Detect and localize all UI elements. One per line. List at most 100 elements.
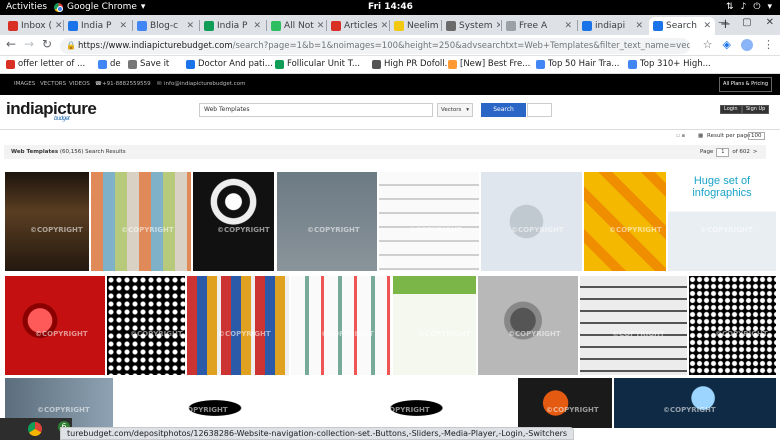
signup-button[interactable]: Sign Up xyxy=(742,105,770,114)
white-banners-thumbnail[interactable]: ©COPYRIGHT xyxy=(379,172,479,271)
website-green-ui-thumbnail[interactable]: ©COPYRIGHT xyxy=(393,276,476,375)
header-divider xyxy=(0,129,780,130)
fire-icon-thumbnail[interactable]: ©COPYRIGHT xyxy=(317,378,516,428)
screen: Activities Google Chrome ▾ Fri 14:46 ⇅ ♪ … xyxy=(0,0,780,440)
bookmark-item[interactable]: [New] Best Fre... xyxy=(448,59,530,69)
tab-close-icon[interactable]: ✕ xyxy=(55,21,62,31)
address-host: https://www.indiapicturebudget.com xyxy=(78,41,233,51)
halftone-dots-thumbnail[interactable]: ©COPYRIGHT xyxy=(107,276,185,375)
search-extra-field[interactable] xyxy=(527,103,552,117)
grey-orange-button-thumbnail[interactable]: ©COPYRIGHT xyxy=(478,276,578,375)
web-elements-kit-thumbnail[interactable]: ©COPYRIGHT xyxy=(291,276,391,375)
articles-icon xyxy=(331,21,341,31)
bookmark-item[interactable]: de xyxy=(98,59,121,69)
bookmarks-bar: offer letter of ... de Save it Doctor And p… xyxy=(0,56,780,74)
globe-arrows-thumbnail[interactable]: ©COPYRIGHT xyxy=(481,172,582,271)
tab-5[interactable]: All Not ✕ xyxy=(267,17,325,35)
orange-swirl-thumbnail[interactable]: ©COPYRIGHT xyxy=(518,378,612,428)
tab-6[interactable]: Articles ✕ xyxy=(327,17,388,35)
clock[interactable]: Fri 14:46 xyxy=(368,0,413,15)
address-path: /search?page=1&b=1&noimages=100&height=2… xyxy=(232,41,690,51)
bookmark-star-icon[interactable]: ☆ xyxy=(703,38,713,51)
bookmark-label: Save it xyxy=(140,59,170,69)
search-type-select[interactable]: Vectors ▾ xyxy=(437,103,473,117)
search-button[interactable]: Search xyxy=(481,103,526,117)
address-bar[interactable]: 🔒 https://www.indiapicturebudget.com/sea… xyxy=(60,38,690,54)
red-button-thumbnail[interactable]: ©COPYRIGHT xyxy=(5,276,105,375)
fire-icon-thumbnail[interactable]: ©COPYRIGHT xyxy=(115,378,315,428)
vertical-banners-thumbnail[interactable]: ©COPYRIGHT xyxy=(187,276,289,375)
web-buttons-colorful-thumbnail[interactable]: ©COPYRIGHT xyxy=(91,172,191,271)
tab-4[interactable]: India P ✕ xyxy=(200,17,265,35)
site-logo[interactable]: indiapicture budget xyxy=(6,99,97,122)
result-per-page-select[interactable]: 100 xyxy=(748,132,765,140)
media-player-ui-thumbnail[interactable]: ©COPYRIGHT xyxy=(614,378,776,428)
top-link-images[interactable]: IMAGES xyxy=(14,81,35,87)
indiapicture-icon xyxy=(68,21,78,31)
tab-7[interactable]: Neelim✕ xyxy=(390,17,440,35)
tab-close-icon[interactable]: ✕ xyxy=(703,21,711,31)
tab-label: All Not xyxy=(284,21,314,31)
bookmark-item[interactable]: High PR Dofoll... xyxy=(372,59,453,69)
tab-3[interactable]: Blog-c ✕ xyxy=(133,17,198,35)
tab-close-icon[interactable]: ✕ xyxy=(253,21,261,31)
website-template-dark-thumbnail[interactable]: ©COPYRIGHT xyxy=(5,172,89,271)
avatar[interactable] xyxy=(741,38,753,51)
vintage-frames-thumbnail[interactable]: ©COPYRIGHT xyxy=(277,172,377,271)
watermark-text: ©COPYRIGHT xyxy=(175,406,228,414)
tab-close-icon[interactable]: ✕ xyxy=(564,21,572,31)
bookmark-label: [New] Best Fre... xyxy=(460,59,531,69)
tab-close-icon[interactable]: ✕ xyxy=(317,21,325,31)
tab-10[interactable]: indiapi ✕ xyxy=(578,17,647,35)
tab-close-icon[interactable]: ✕ xyxy=(496,21,500,31)
grid-view-icon[interactable]: ▫ ▪ xyxy=(676,133,685,139)
tab-label: indiapi xyxy=(595,21,626,31)
tab-8[interactable]: System ✕ xyxy=(442,17,500,35)
menu-icon[interactable]: ⋮ xyxy=(763,38,774,51)
bookmark-item[interactable]: Top 50 Hair Tra... xyxy=(536,59,619,69)
forward-icon[interactable]: → xyxy=(24,37,34,51)
login-button[interactable]: Login xyxy=(720,105,742,114)
tab-1[interactable]: Inbox (✕ xyxy=(4,17,62,35)
watermark-text: ©COPYRIGHT xyxy=(217,226,270,234)
phone-icon: ☎ xyxy=(95,81,102,87)
reload-icon[interactable]: ↻ xyxy=(42,37,52,51)
indiapicture-icon xyxy=(582,21,592,31)
maximize-icon[interactable]: ▢ xyxy=(742,17,751,28)
search-input[interactable]: Web Templates xyxy=(199,103,433,117)
app-menu[interactable]: Google Chrome ▾ xyxy=(54,0,145,15)
ui-buttons-grey-thumbnail[interactable]: ©COPYRIGHT xyxy=(580,276,687,375)
next-page-button[interactable]: > xyxy=(753,145,758,159)
top-link-vectors[interactable]: VECTORS xyxy=(40,81,66,87)
top-link-videos[interactable]: VIDEOS xyxy=(69,81,90,87)
results-summary: Web Templates (60,156) Search Results xyxy=(11,145,126,159)
plans-pricing-button[interactable]: All Plans & Pricing xyxy=(719,77,772,92)
tab-close-icon[interactable]: ✕ xyxy=(635,21,643,31)
tab-11[interactable]: Search ✕ xyxy=(649,17,715,35)
back-icon[interactable]: ← xyxy=(6,37,16,51)
tab-9[interactable]: Free A ✕ xyxy=(502,17,576,35)
list-view-icon[interactable]: ▦ xyxy=(698,133,703,139)
infographics-set-thumbnail[interactable]: ©COPYRIGHT Huge set of infographics xyxy=(668,172,776,271)
halftone-wave-thumbnail[interactable]: ©COPYRIGHT xyxy=(689,276,776,375)
activities-button[interactable]: Activities xyxy=(6,0,47,15)
bookmark-item[interactable]: Save it xyxy=(128,59,169,69)
close-icon[interactable]: ✕ xyxy=(766,17,774,28)
page-input[interactable]: 1 xyxy=(716,147,730,157)
tab-close-icon[interactable]: ✕ xyxy=(381,21,388,31)
bookmark-item[interactable]: Top 310+ High... xyxy=(628,59,711,69)
system-tray[interactable]: ⇅ ♪ ⏻ ▾ xyxy=(726,0,772,15)
photo-frames-yellow-thumbnail[interactable]: ©COPYRIGHT xyxy=(584,172,666,271)
watermark-text: ©COPYRIGHT xyxy=(307,226,360,234)
bookmark-item[interactable]: Follicular Unit T... xyxy=(275,59,360,69)
search-type-value: Vectors xyxy=(441,107,462,113)
chrome-dock-icon[interactable] xyxy=(28,422,42,436)
tab-close-icon[interactable]: ✕ xyxy=(119,21,127,31)
minimize-icon[interactable]: — xyxy=(718,17,728,28)
bookmark-item[interactable]: offer letter of ... xyxy=(6,59,85,69)
tab-2[interactable]: India P ✕ xyxy=(64,17,131,35)
abstract-black-pattern-thumbnail[interactable]: ©COPYRIGHT xyxy=(193,172,274,271)
extension-icon[interactable]: ◈ xyxy=(723,38,731,51)
tab-close-icon[interactable]: ✕ xyxy=(186,21,194,31)
bookmark-item[interactable]: Doctor And pati... xyxy=(186,59,273,69)
